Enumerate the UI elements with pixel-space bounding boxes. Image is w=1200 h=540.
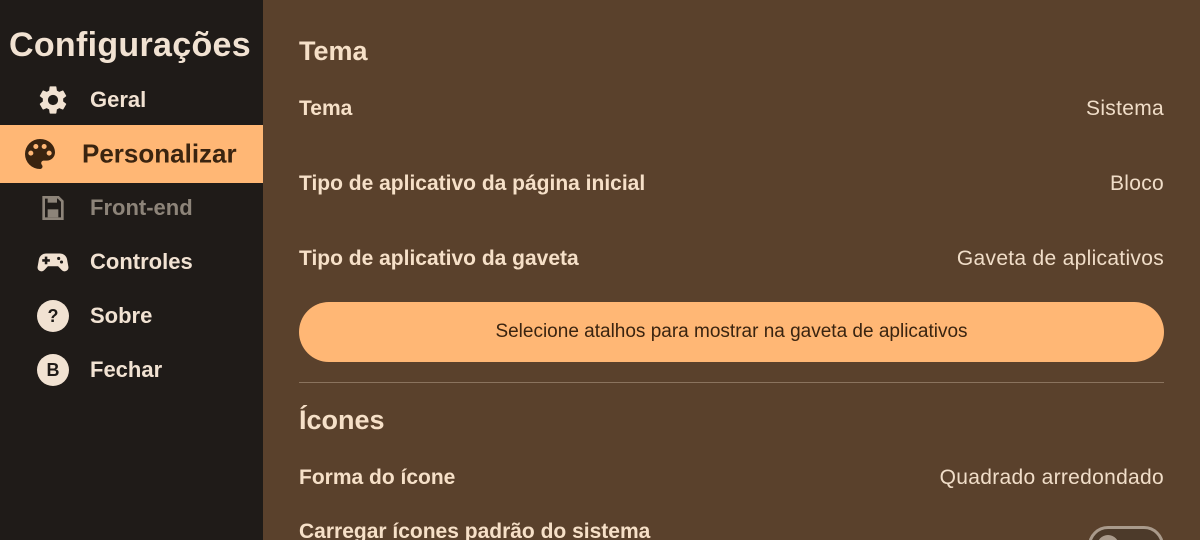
setting-row-home-app-type[interactable]: Tipo de aplicativo da página inicial Blo…	[299, 164, 1164, 204]
setting-row-tema[interactable]: Tema Sistema	[299, 89, 1164, 129]
sidebar-item-geral[interactable]: Geral	[0, 73, 263, 127]
setting-row-load-system-icons[interactable]: Carregar ícones padrão do sistema	[299, 512, 1079, 540]
setting-value: Gaveta de aplicativos	[956, 247, 1164, 270]
sidebar-item-label: Controles	[90, 249, 193, 274]
palette-icon	[20, 134, 60, 174]
setting-row-icon-shape[interactable]: Forma do ícone Quadrado arredondado	[299, 458, 1164, 498]
sidebar-item-label: Front-end	[90, 195, 193, 220]
setting-value: Sistema	[1086, 97, 1164, 120]
sidebar-item-label: Personalizar	[82, 138, 237, 169]
setting-label: Forma do ícone	[299, 466, 456, 489]
setting-label: Tema	[299, 97, 353, 120]
setting-value: Bloco	[1109, 172, 1164, 195]
sidebar-item-label: Fechar	[90, 357, 163, 382]
setting-row-drawer-app-type[interactable]: Tipo de aplicativo da gaveta Gaveta de a…	[299, 239, 1164, 279]
settings-content: Tema Tema Sistema Tipo de aplicativo da …	[263, 0, 1200, 540]
question-icon: ?	[36, 299, 70, 333]
sidebar-title: Configurações	[9, 26, 251, 64]
sidebar-item-label: Sobre	[90, 303, 153, 328]
save-icon	[36, 191, 70, 225]
sidebar-item-front-end[interactable]: Front-end	[0, 181, 263, 235]
sidebar: Configurações Geral Personalizar Front-e…	[0, 0, 263, 540]
sidebar-item-controles[interactable]: Controles	[0, 235, 263, 289]
load-system-icons-toggle[interactable]	[1088, 526, 1164, 540]
toggle-knob	[1097, 535, 1119, 540]
sidebar-item-fechar[interactable]: B Fechar	[0, 343, 263, 397]
sidebar-item-personalizar[interactable]: Personalizar	[0, 125, 263, 183]
sidebar-item-label: Geral	[90, 87, 147, 112]
sidebar-item-sobre[interactable]: ? Sobre	[0, 289, 263, 343]
app-window: Configurações Geral Personalizar Front-e…	[0, 0, 1200, 540]
setting-value: Quadrado arredondado	[939, 466, 1164, 489]
setting-label: Carregar ícones padrão do sistema	[299, 520, 651, 540]
select-shortcuts-button[interactable]: Selecione atalhos para mostrar na gaveta…	[299, 302, 1164, 362]
section-title-tema: Tema	[299, 36, 368, 66]
gear-icon	[36, 83, 70, 117]
b-button-icon: B	[36, 353, 70, 387]
gamepad-icon	[36, 245, 70, 279]
section-divider	[299, 382, 1164, 383]
setting-label: Tipo de aplicativo da página inicial	[299, 172, 646, 195]
section-title-icones: Ícones	[299, 405, 385, 435]
setting-label: Tipo de aplicativo da gaveta	[299, 247, 579, 270]
